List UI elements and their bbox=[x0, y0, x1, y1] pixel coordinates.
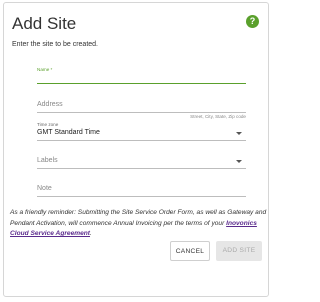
address-hint: Street, City, State, Zip code bbox=[190, 114, 246, 119]
name-underline bbox=[37, 83, 246, 85]
name-label: Name * bbox=[37, 67, 53, 72]
labels-select[interactable]: Labels bbox=[37, 155, 246, 171]
note-field[interactable]: Note bbox=[37, 183, 246, 199]
labels-underline bbox=[37, 168, 246, 169]
note-underline bbox=[37, 196, 246, 197]
address-underline bbox=[37, 112, 246, 113]
add-site-button[interactable]: ADD SITE bbox=[216, 241, 262, 261]
note-placeholder: Note bbox=[37, 185, 52, 192]
timezone-label: Time zone bbox=[37, 122, 59, 127]
chevron-down-icon bbox=[236, 132, 242, 135]
timezone-select[interactable]: Time zone GMT Standard Time bbox=[37, 120, 246, 144]
labels-placeholder: Labels bbox=[37, 157, 58, 164]
timezone-value: GMT Standard Time bbox=[37, 129, 100, 136]
cancel-button[interactable]: CANCEL bbox=[170, 241, 210, 261]
name-field[interactable]: Name * bbox=[37, 65, 246, 85]
dialog-title: Add Site bbox=[12, 14, 77, 33]
dialog-subtitle: Enter the site to be created. bbox=[12, 41, 98, 48]
chevron-down-icon bbox=[236, 160, 242, 163]
add-site-dialog: Add Site ? Enter the site to be created.… bbox=[3, 2, 269, 297]
help-icon[interactable]: ? bbox=[246, 15, 259, 28]
reminder-suffix: . bbox=[90, 230, 92, 237]
timezone-underline bbox=[37, 140, 246, 141]
address-placeholder: Address bbox=[37, 101, 63, 108]
invoicing-reminder: As a friendly reminder: Submitting the S… bbox=[10, 208, 267, 240]
address-field[interactable]: Address Street, City, State, Zip code bbox=[37, 99, 246, 119]
